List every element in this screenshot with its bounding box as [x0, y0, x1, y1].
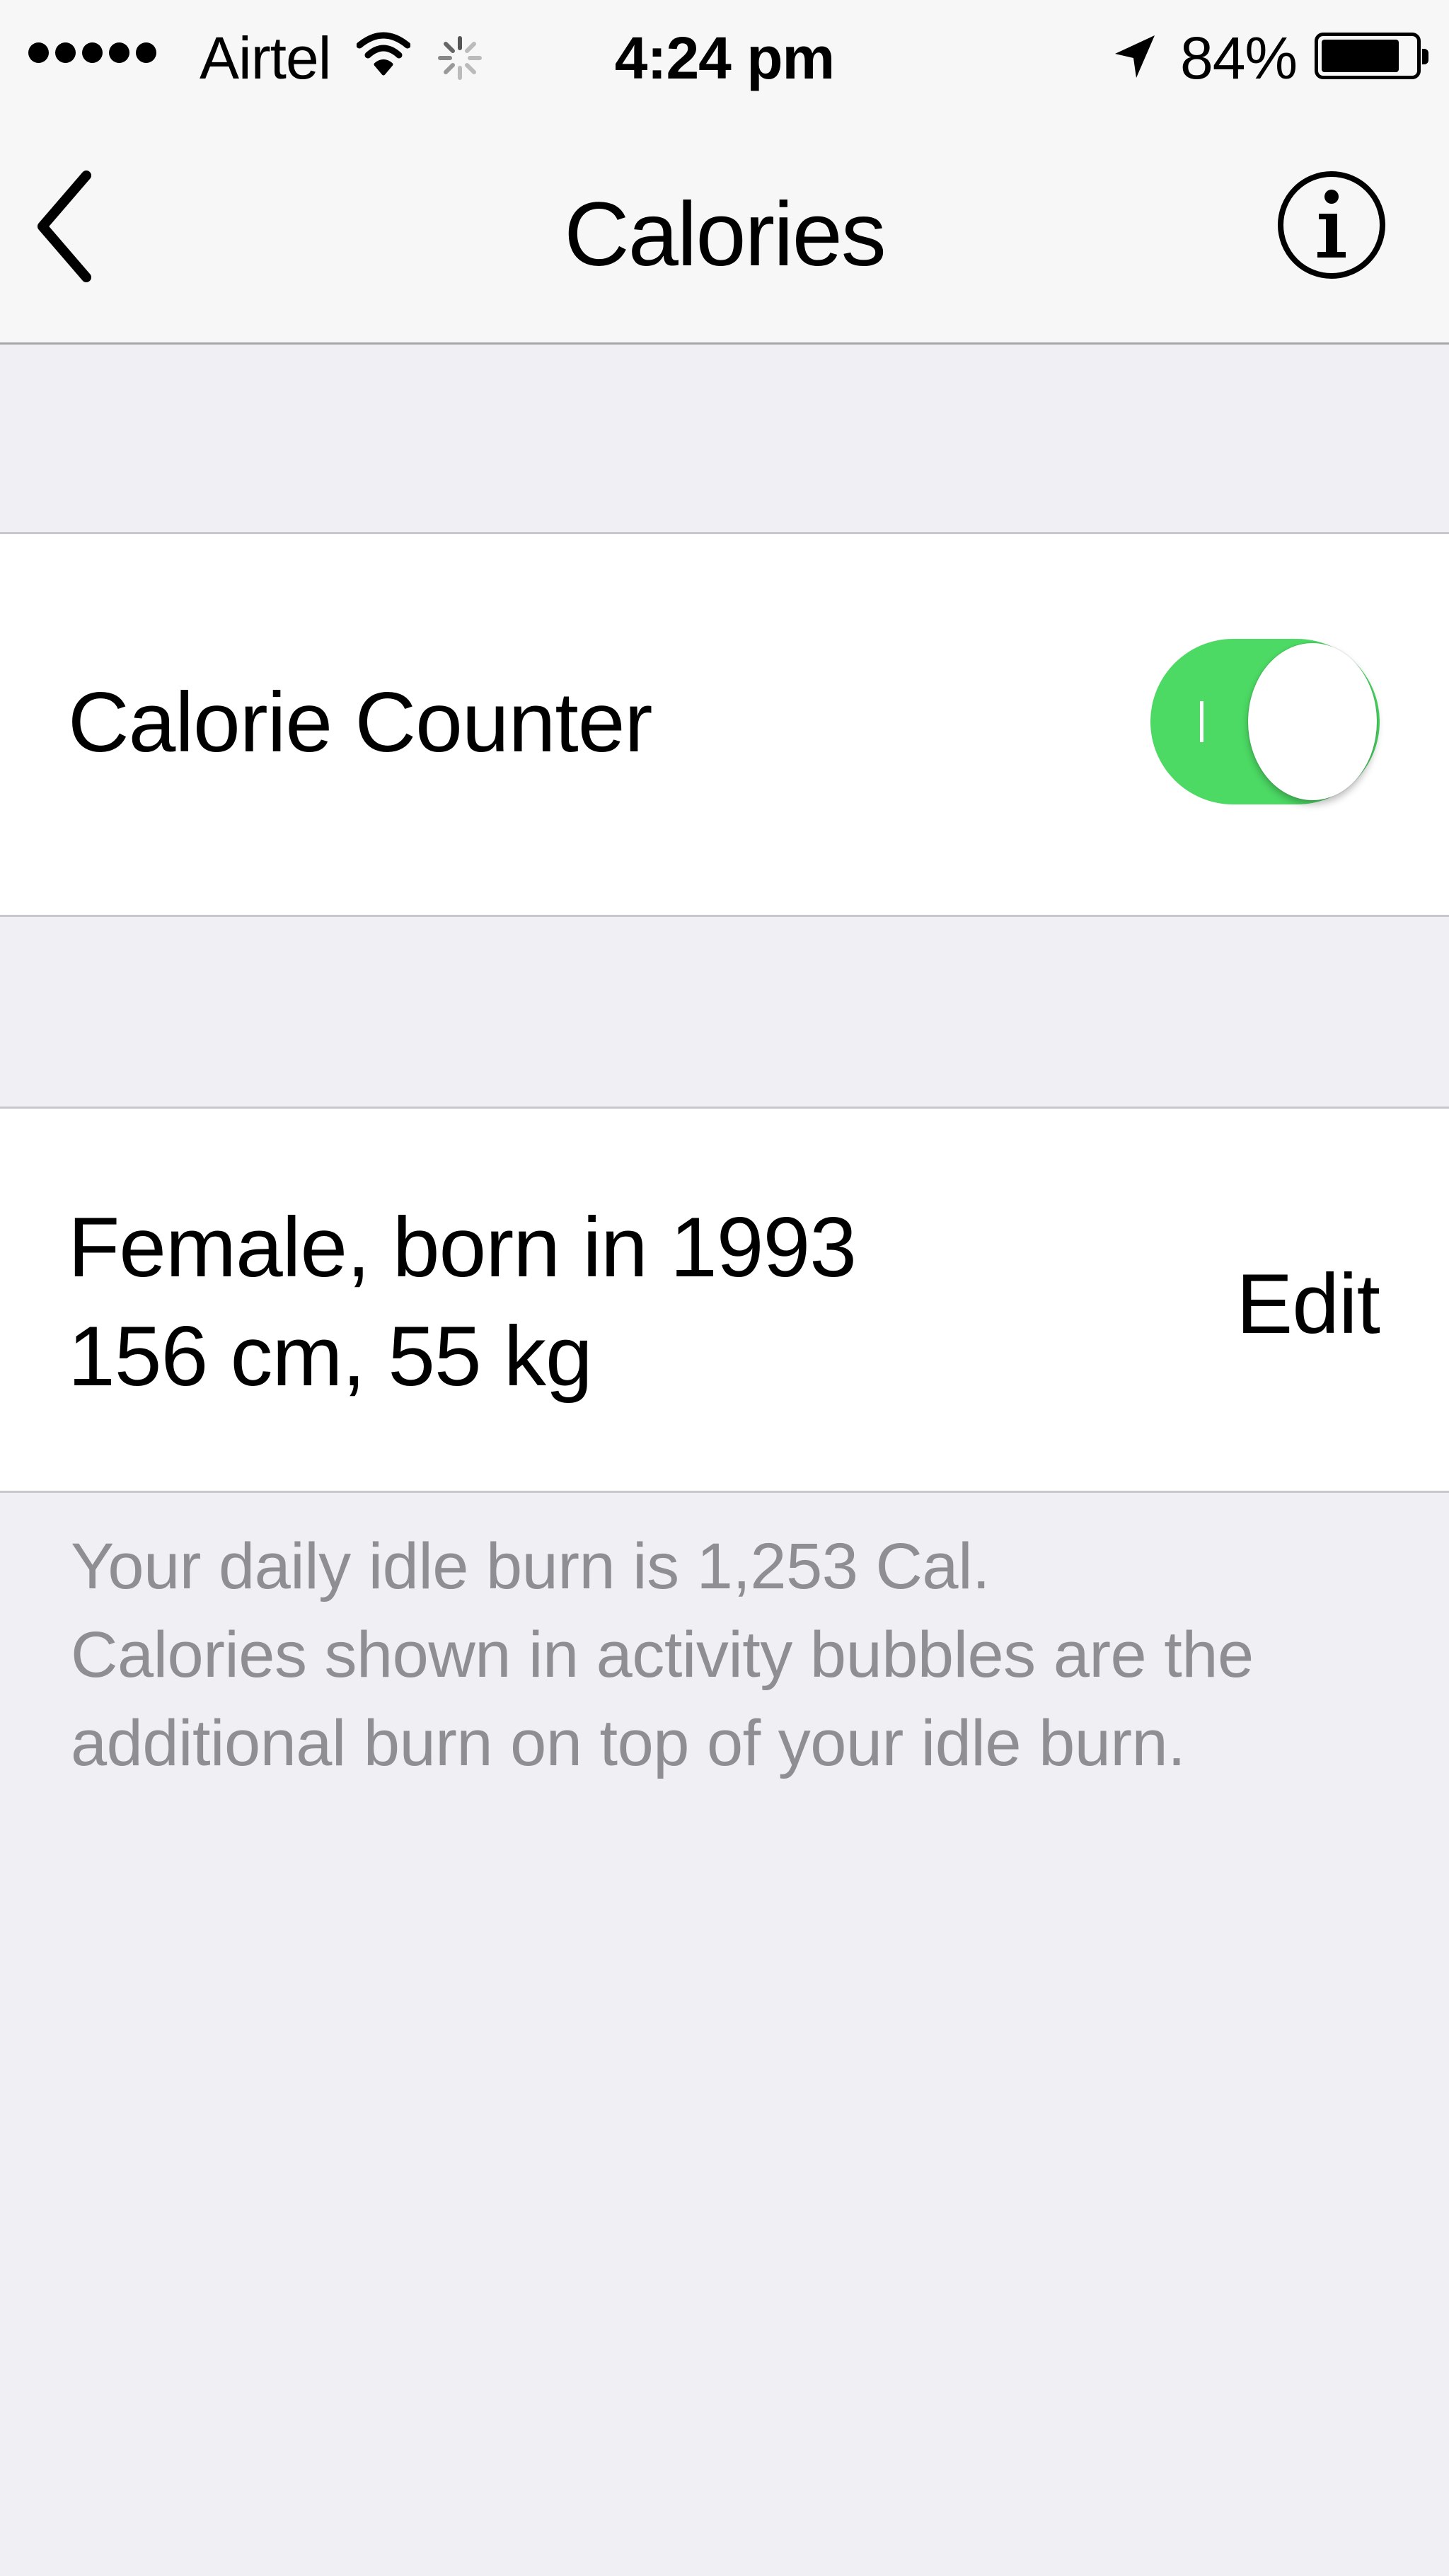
- footnote-line: additional burn on top of your idle burn…: [71, 1707, 1186, 1779]
- battery-percent: 84%: [1180, 25, 1298, 91]
- footnote-line: Your daily idle burn is 1,253 Cal.: [71, 1530, 991, 1602]
- profile-section: Female, born in 1993 156 cm, 55 kg Edit: [0, 1107, 1449, 1493]
- profile-summary-line1: Female, born in 1993: [68, 1200, 857, 1295]
- calorie-counter-label: Calorie Counter: [68, 675, 652, 770]
- battery-icon: [1315, 33, 1428, 79]
- idle-burn-footnote: Your daily idle burn is 1,253 Cal. Calor…: [71, 1523, 1401, 1788]
- status-bar: Airtel 4:24 pm 84%: [0, 0, 1449, 113]
- location-arrow-icon: [1115, 35, 1155, 78]
- edit-profile-button[interactable]: Edit: [1236, 1254, 1380, 1353]
- battery-level-fill: [1322, 40, 1399, 72]
- profile-summary-line2: 156 cm, 55 kg: [68, 1309, 593, 1404]
- page-title: Calories: [564, 184, 887, 285]
- calorie-counter-section: Calorie Counter: [0, 532, 1449, 917]
- toggle-on-mark: [1200, 701, 1203, 742]
- toggle-knob: [1248, 643, 1377, 800]
- footnote-line: Calories shown in activity bubbles are t…: [71, 1619, 1254, 1691]
- top-bar: Airtel 4:24 pm 84% Calories: [0, 0, 1449, 345]
- info-circle-icon[interactable]: [1275, 168, 1388, 282]
- calorie-counter-toggle[interactable]: [1150, 639, 1380, 804]
